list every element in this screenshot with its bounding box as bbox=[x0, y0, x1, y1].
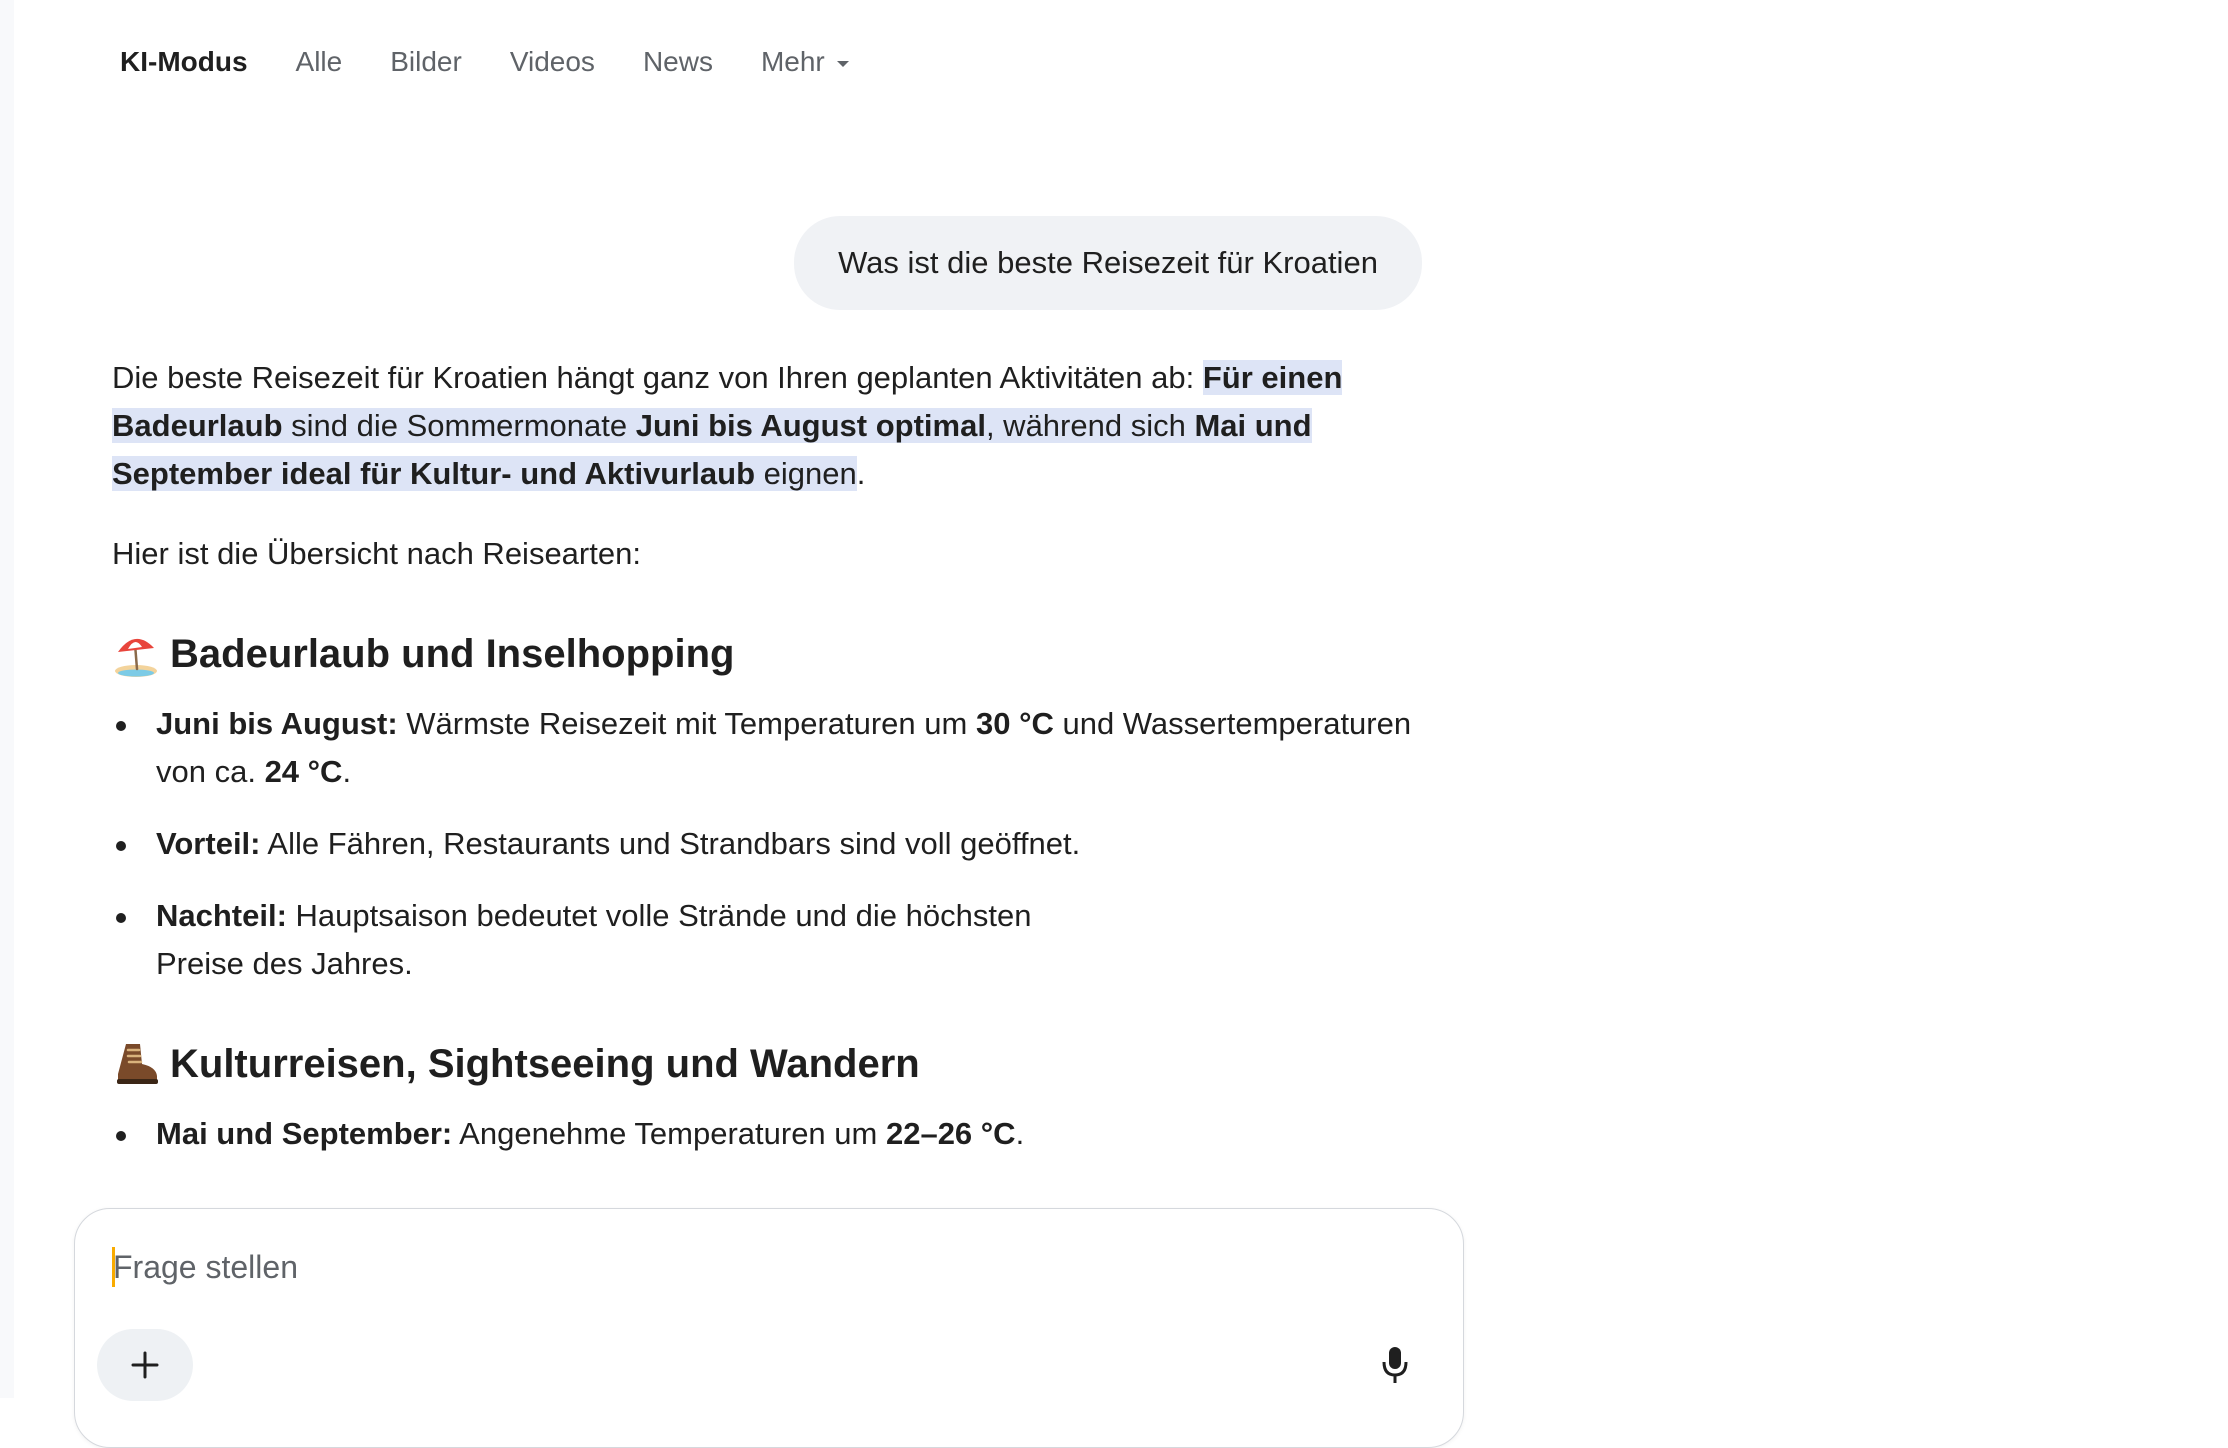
add-attachment-button[interactable] bbox=[97, 1329, 193, 1401]
left-edge-strip bbox=[0, 0, 14, 1398]
item-value: 30 °C bbox=[975, 706, 1054, 741]
tab-ki-modus[interactable]: KI-Modus bbox=[120, 46, 248, 78]
hiking-boot-icon bbox=[117, 1044, 158, 1084]
question-composer bbox=[74, 1208, 1464, 1448]
summary-text: , während sich bbox=[985, 408, 1195, 443]
tab-alle[interactable]: Alle bbox=[296, 46, 343, 78]
section-heading-kulturreisen: Kulturreisen, Sightseeing und Wandern bbox=[112, 1036, 1432, 1092]
list-item: Juni bis August: Wärmste Reisezeit mit T… bbox=[112, 700, 1432, 796]
summary-text: Die beste Reisezeit für Kroatien hängt g… bbox=[112, 360, 1203, 395]
tab-mehr[interactable]: Mehr bbox=[761, 46, 849, 78]
section-title: Kulturreisen, Sightseeing und Wandern bbox=[170, 1042, 920, 1086]
tab-label: Videos bbox=[509, 46, 595, 77]
item-label: Juni bis August: bbox=[156, 706, 398, 741]
tab-label: Alle bbox=[295, 46, 343, 77]
overview-intro: Hier ist die Übersicht nach Reisearten: bbox=[112, 536, 641, 571]
ai-answer: Die beste Reisezeit für Kroatien hängt g… bbox=[112, 354, 1432, 1182]
item-text: Angenehme Temperaturen um bbox=[452, 1116, 886, 1151]
answer-summary: Die beste Reisezeit für Kroatien hängt g… bbox=[112, 354, 1432, 498]
section-heading-badeurlaub: Badeurlaub und Inselhopping bbox=[112, 626, 1432, 682]
beach-umbrella-icon bbox=[115, 638, 157, 677]
item-text: Alle Fähren, Restaurants und Strandbars … bbox=[260, 826, 1081, 861]
list-item: Nachteil: Hauptsaison bedeutet volle Str… bbox=[112, 892, 1432, 988]
tab-label: KI-Modus bbox=[120, 46, 248, 77]
item-text: . bbox=[1015, 1116, 1025, 1151]
item-value: 24 °C bbox=[264, 754, 343, 789]
item-text: Wärmste Reisezeit mit Temperaturen um bbox=[397, 706, 976, 741]
tab-label: News bbox=[642, 46, 713, 77]
summary-bold-juni-august: Juni bis August optimal bbox=[635, 408, 986, 443]
user-query-text: Was ist die beste Reisezeit für Kroatien bbox=[838, 245, 1378, 280]
tab-bilder[interactable]: Bilder bbox=[390, 46, 462, 78]
item-label: Mai und September: bbox=[156, 1116, 453, 1151]
tab-news[interactable]: News bbox=[643, 46, 713, 78]
item-text: . bbox=[342, 754, 352, 789]
summary-text: eignen bbox=[755, 456, 857, 491]
item-label: Nachteil: bbox=[156, 898, 287, 933]
bullet-list-badeurlaub: Juni bis August: Wärmste Reisezeit mit T… bbox=[112, 700, 1432, 988]
plus-icon bbox=[131, 1351, 159, 1379]
item-label: Vorteil: bbox=[156, 826, 261, 861]
user-query-bubble: Was ist die beste Reisezeit für Kroatien bbox=[794, 216, 1422, 310]
item-text: Hauptsaison bedeutet volle Strände und d… bbox=[156, 898, 1032, 981]
question-input[interactable] bbox=[113, 1243, 1363, 1291]
text-cursor bbox=[112, 1247, 115, 1287]
summary-period: . bbox=[856, 456, 866, 491]
summary-text: sind die Sommermonate bbox=[282, 408, 636, 443]
caret-down-icon bbox=[836, 60, 849, 67]
bullet-list-kulturreisen: Mai und September: Angenehme Temperature… bbox=[112, 1110, 1432, 1158]
list-item: Mai und September: Angenehme Temperature… bbox=[112, 1110, 1432, 1158]
list-item: Vorteil: Alle Fähren, Restaurants und St… bbox=[112, 820, 1432, 868]
tab-videos[interactable]: Videos bbox=[510, 46, 595, 78]
microphone-icon bbox=[1382, 1347, 1408, 1383]
item-value: 22–26 °C bbox=[885, 1116, 1016, 1151]
section-title: Badeurlaub und Inselhopping bbox=[170, 632, 735, 676]
tab-label: Mehr bbox=[760, 46, 825, 77]
tab-label: Bilder bbox=[390, 46, 462, 77]
search-mode-tabs: KI-Modus Alle Bilder Videos News Mehr bbox=[120, 42, 897, 82]
voice-input-button[interactable] bbox=[1365, 1335, 1425, 1395]
